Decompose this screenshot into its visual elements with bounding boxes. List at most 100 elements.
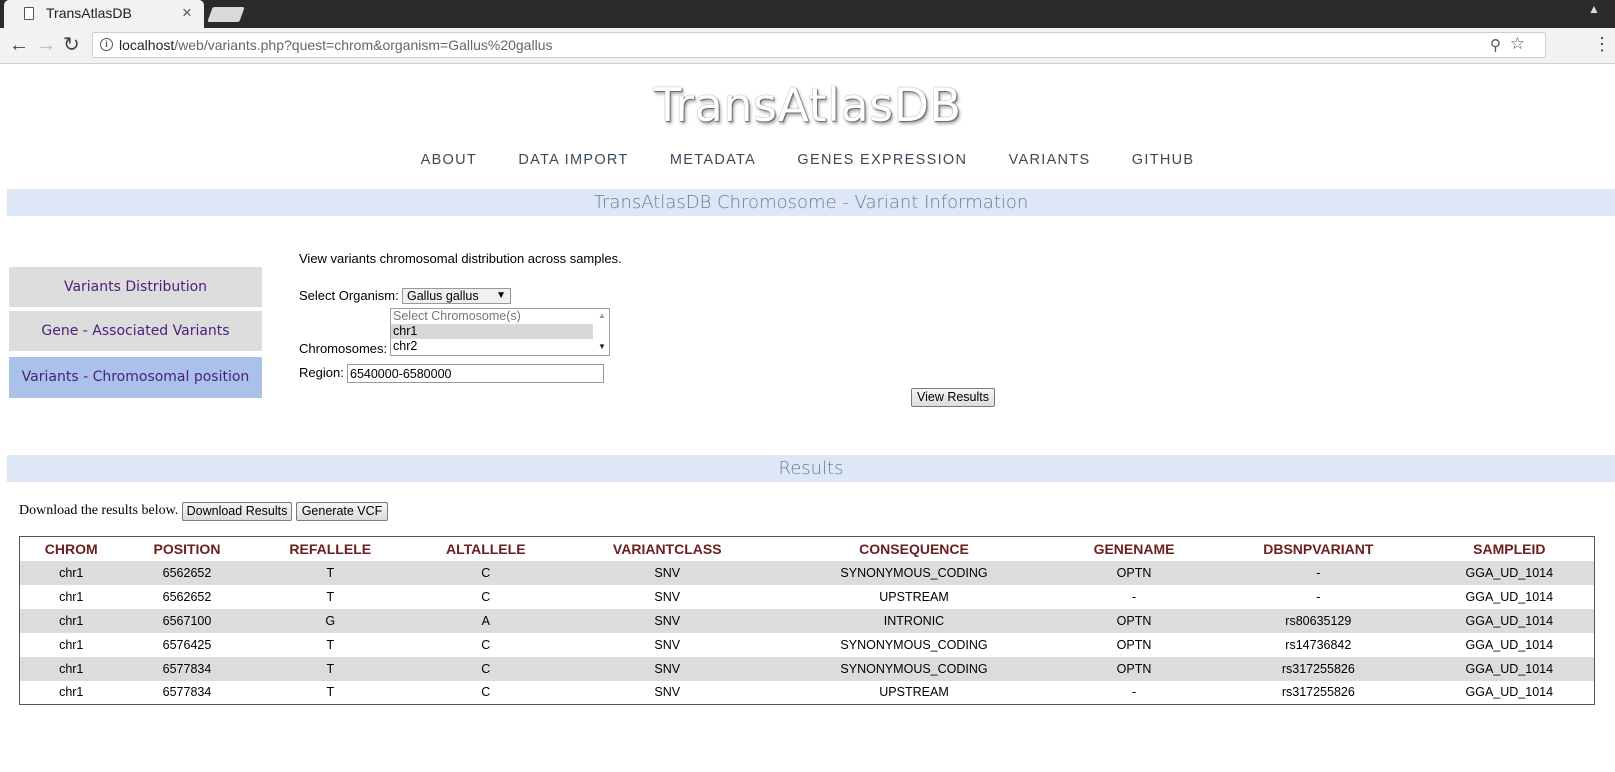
cell-dbsnpvariant: rs317255826	[1212, 656, 1425, 681]
nav-genes-expression[interactable]: GENES EXPRESSION	[797, 152, 967, 168]
zoom-icon[interactable]: ⚲	[1490, 36, 1501, 54]
cell-position: 6567100	[122, 608, 252, 633]
nav-github[interactable]: GITHUB	[1132, 152, 1195, 168]
main-nav: ABOUT DATA IMPORT METADATA GENES EXPRESS…	[0, 152, 1615, 168]
sidebar-item-variants-chromosomal-position[interactable]: Variants - Chromosomal position	[9, 357, 262, 398]
chromosomes-label: Chromosomes:	[299, 341, 388, 356]
menu-icon[interactable]: ⋮	[1593, 35, 1611, 53]
col-consequence[interactable]: CONSEQUENCE	[772, 536, 1057, 561]
cell-sampleid: GGA_UD_1014	[1424, 680, 1595, 705]
cell-refallele: T	[251, 680, 410, 705]
cell-altallele: C	[409, 560, 563, 585]
cell-position: 6562652	[122, 584, 252, 609]
table-row: chr1 6577834 T C SNV UPSTREAM - rs317255…	[19, 680, 1595, 705]
chromosome-listbox[interactable]: Select Chromosome(s) chr1 chr2 ▲ ▼	[390, 308, 610, 356]
scroll-up-icon[interactable]: ▲	[598, 311, 606, 320]
star-icon[interactable]: ☆	[1510, 34, 1525, 54]
cell-dbsnpvariant: -	[1212, 560, 1425, 585]
col-sampleid[interactable]: SAMPLEID	[1424, 536, 1595, 561]
cell-chrom: chr1	[19, 680, 123, 705]
browser-tabstrip: TransAtlasDB × ▲	[0, 0, 1615, 28]
cell-variantclass: SNV	[562, 632, 773, 657]
listbox-scrollbar[interactable]: ▲ ▼	[594, 309, 609, 355]
sidebar-item-gene-associated-variants[interactable]: Gene - Associated Variants	[9, 311, 262, 351]
cell-variantclass: SNV	[562, 680, 773, 705]
col-dbsnpvariant[interactable]: DBSNPVARIANT	[1212, 536, 1425, 561]
download-text: Download the results below.	[19, 503, 179, 518]
cell-chrom: chr1	[19, 632, 123, 657]
table-row: chr1 6562652 T C SNV SYNONYMOUS_CODING O…	[19, 560, 1595, 585]
chromosome-option-chr2[interactable]: chr2	[391, 339, 593, 354]
cell-dbsnpvariant: rs80635129	[1212, 608, 1425, 633]
browser-toolbar: ← → ↻ i localhost/web/variants.php?quest…	[0, 28, 1615, 64]
forward-icon[interactable]: →	[36, 34, 56, 56]
address-bar[interactable]: i localhost/web/variants.php?quest=chrom…	[92, 32, 1546, 58]
tab-title: TransAtlasDB	[46, 5, 132, 21]
col-position[interactable]: POSITION	[122, 536, 252, 561]
dropdown-arrow-icon: ▼	[496, 290, 506, 301]
cell-sampleid: GGA_UD_1014	[1424, 632, 1595, 657]
table-row: chr1 6577834 T C SNV SYNONYMOUS_CODING O…	[19, 656, 1595, 681]
organism-select[interactable]: Gallus gallus ▼	[402, 288, 511, 304]
cell-position: 6576425	[122, 632, 252, 657]
organism-label: Select Organism:	[299, 288, 399, 303]
section-header: TransAtlasDB Chromosome - Variant Inform…	[7, 189, 1615, 216]
tab-close-icon[interactable]: ×	[182, 3, 192, 23]
cell-variantclass: SNV	[562, 560, 773, 585]
cell-consequence: SYNONYMOUS_CODING	[772, 632, 1057, 657]
chromosome-option-chr1[interactable]: chr1	[391, 324, 593, 339]
browser-tab[interactable]: TransAtlasDB ×	[4, 0, 204, 28]
col-chrom[interactable]: CHROM	[19, 536, 123, 561]
cell-chrom: chr1	[19, 560, 123, 585]
cell-consequence: UPSTREAM	[772, 584, 1057, 609]
back-icon[interactable]: ←	[9, 34, 29, 56]
generate-vcf-button[interactable]: Generate VCF	[296, 502, 388, 521]
form-intro: View variants chromosomal distribution a…	[299, 251, 622, 266]
scroll-down-icon[interactable]: ▼	[598, 342, 606, 351]
col-variantclass[interactable]: VARIANTCLASS	[562, 536, 773, 561]
cell-refallele: G	[251, 608, 410, 633]
url-path: /web/variants.php?quest=chrom&organism=G…	[174, 37, 553, 53]
new-tab-button[interactable]	[207, 7, 245, 22]
cell-sampleid: GGA_UD_1014	[1424, 656, 1595, 681]
cell-consequence: SYNONYMOUS_CODING	[772, 656, 1057, 681]
cell-dbsnpvariant: rs317255826	[1212, 680, 1425, 705]
results-header: Results	[7, 455, 1615, 482]
table-row: chr1 6562652 T C SNV UPSTREAM - - GGA_UD…	[19, 584, 1595, 609]
nav-about[interactable]: ABOUT	[421, 152, 477, 168]
cell-chrom: chr1	[19, 608, 123, 633]
view-results-button[interactable]: View Results	[911, 388, 995, 407]
col-refallele[interactable]: REFALLELE	[251, 536, 410, 561]
cell-chrom: chr1	[19, 584, 123, 609]
cell-consequence: UPSTREAM	[772, 680, 1057, 705]
download-results-button[interactable]: Download Results	[182, 502, 292, 521]
nav-variants[interactable]: VARIANTS	[1009, 152, 1091, 168]
table-header-row: CHROM POSITION REFALLELE ALTALLELE VARIA…	[19, 536, 1595, 561]
organism-select-value: Gallus gallus	[407, 289, 479, 303]
cell-genename: OPTN	[1056, 632, 1213, 657]
profile-icon[interactable]: ▲	[1588, 2, 1600, 16]
reload-icon[interactable]: ↻	[63, 34, 80, 56]
cell-sampleid: GGA_UD_1014	[1424, 608, 1595, 633]
nav-metadata[interactable]: METADATA	[670, 152, 756, 168]
chromosome-option-placeholder[interactable]: Select Chromosome(s)	[391, 309, 593, 324]
url-host: localhost	[119, 37, 175, 53]
url-text[interactable]: localhost/web/variants.php?quest=chrom&o…	[119, 37, 552, 53]
col-genename[interactable]: GENENAME	[1056, 536, 1213, 561]
cell-genename: -	[1056, 680, 1213, 705]
region-input[interactable]	[347, 364, 604, 383]
table-row: chr1 6576425 T C SNV SYNONYMOUS_CODING O…	[19, 632, 1595, 657]
cell-chrom: chr1	[19, 656, 123, 681]
cell-genename: OPTN	[1056, 608, 1213, 633]
cell-genename: OPTN	[1056, 656, 1213, 681]
sidebar-item-variants-distribution[interactable]: Variants Distribution	[9, 267, 262, 307]
cell-variantclass: SNV	[562, 656, 773, 681]
results-table: CHROM POSITION REFALLELE ALTALLELE VARIA…	[19, 536, 1595, 705]
info-icon[interactable]: i	[100, 38, 113, 51]
table-row: chr1 6567100 G A SNV INTRONIC OPTN rs806…	[19, 608, 1595, 633]
col-altallele[interactable]: ALTALLELE	[409, 536, 563, 561]
cell-dbsnpvariant: rs14736842	[1212, 632, 1425, 657]
cell-variantclass: SNV	[562, 608, 773, 633]
nav-data-import[interactable]: DATA IMPORT	[518, 152, 628, 168]
cell-dbsnpvariant: -	[1212, 584, 1425, 609]
